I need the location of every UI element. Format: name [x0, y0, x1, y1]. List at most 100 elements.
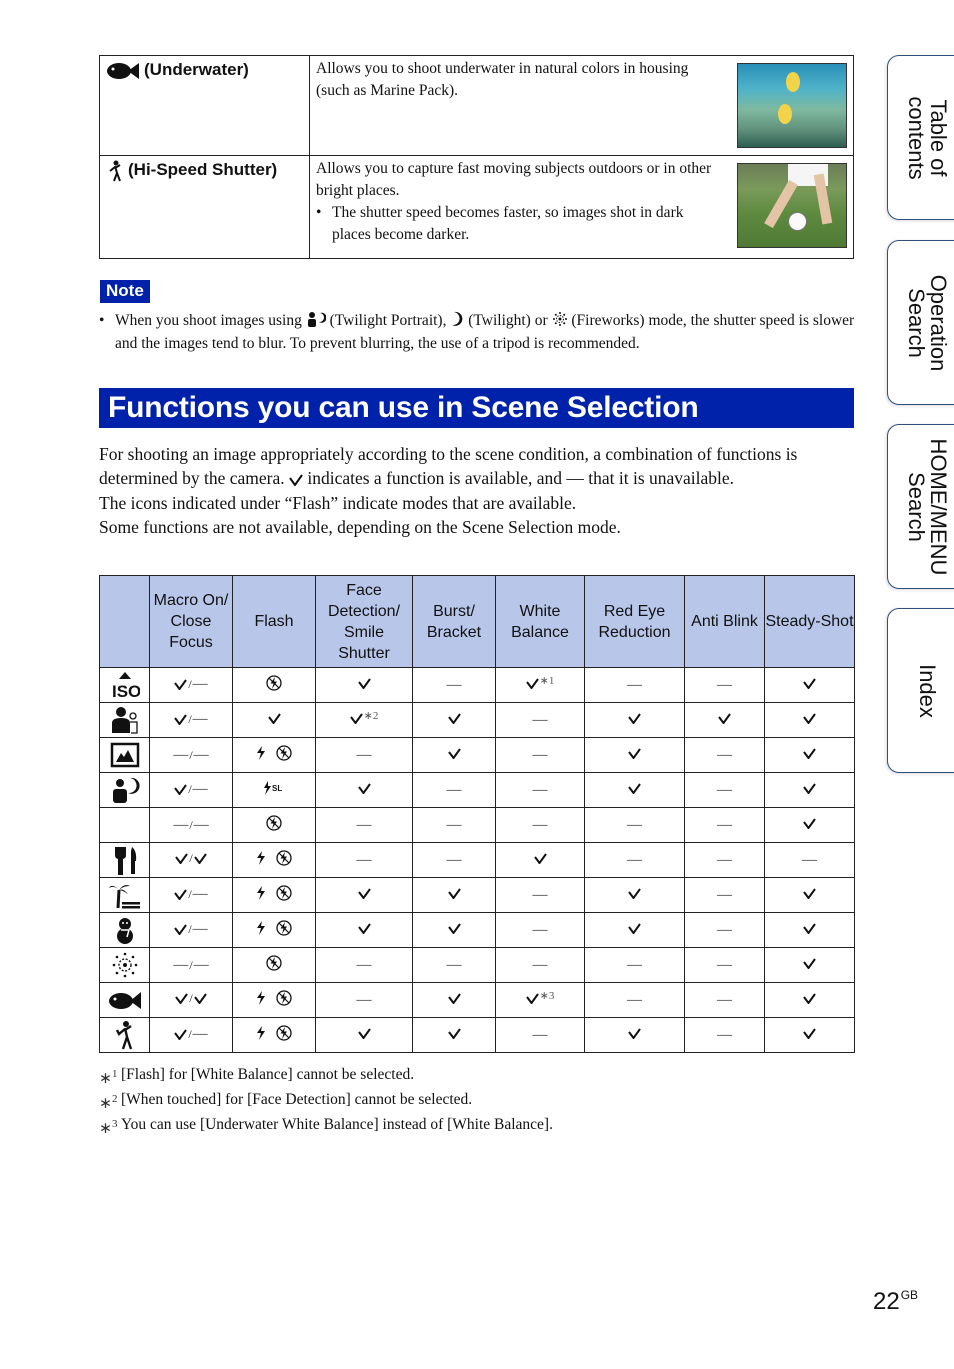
- check-icon: [803, 748, 816, 759]
- cell-steadyshot: [764, 702, 855, 738]
- cell-steadyshot: [764, 667, 855, 703]
- footnote: ∗3 You can use [Underwater White Balance…: [99, 1114, 553, 1139]
- flash-off-icon: [266, 954, 282, 971]
- mode-icon-cell: [99, 982, 150, 1018]
- intro-paragraph: For shooting an image appropriately acco…: [99, 443, 829, 492]
- footnote-text: [Flash] for [White Balance] cannot be se…: [121, 1066, 415, 1083]
- cell-face-detection: ∗2: [315, 702, 413, 738]
- cell-value: / —: [174, 920, 208, 938]
- cell-flash: [232, 842, 316, 878]
- dash-mark: —: [717, 957, 732, 973]
- cell-macro: / —: [149, 702, 233, 738]
- intro-paragraph: The icons indicated under “Flash” indica…: [99, 493, 577, 513]
- cell-value: —: [717, 957, 732, 974]
- cell-value: / —: [174, 711, 208, 728]
- dash-mark: —: [627, 677, 642, 693]
- cell-face-detection: —: [315, 807, 413, 843]
- header-mode: [99, 575, 150, 668]
- scene-name: (Underwater): [144, 60, 249, 79]
- check-icon: [803, 1028, 816, 1039]
- cell-anti-blink: —: [684, 877, 765, 913]
- header-white-balance: White Balance: [495, 575, 585, 668]
- cell-face-detection: —: [315, 842, 413, 878]
- cell-value: —: [533, 712, 548, 729]
- check-icon: [803, 958, 816, 969]
- check-icon: [525, 993, 539, 1004]
- cell-value: [266, 674, 282, 691]
- dash-mark: —: [446, 852, 462, 868]
- check-icon: [193, 853, 207, 864]
- cell-red-eye: —: [584, 982, 685, 1018]
- check-icon: [533, 853, 547, 864]
- underwater-coral-photo: [737, 63, 847, 148]
- cell-value: —: [193, 817, 209, 833]
- cell-face-detection: —: [315, 982, 413, 1018]
- cell-value: [803, 818, 816, 829]
- header-burst: Burst/ Bracket: [412, 575, 496, 668]
- tab-label: Table of contents: [904, 95, 951, 180]
- twilight-moon-icon: [450, 311, 464, 333]
- cell-flash: [232, 912, 316, 948]
- cell-value: [803, 958, 816, 969]
- cell-flash: [232, 667, 316, 703]
- cell-value: —: [192, 920, 208, 937]
- intro-paragraph: Some functions are not available, depend…: [99, 516, 621, 537]
- dash-mark: —: [532, 1027, 548, 1043]
- cell-anti-blink: —: [684, 912, 765, 948]
- cell-value: [718, 713, 731, 724]
- tab-table-of-contents[interactable]: Table of contents: [887, 55, 954, 220]
- cell-anti-blink: —: [684, 667, 765, 703]
- scene-description-cell: Allows you to capture fast moving subjec…: [309, 155, 854, 259]
- cell-anti-blink: —: [684, 842, 765, 878]
- mode-icon-cell: [99, 912, 150, 948]
- cell-flash: [232, 737, 316, 773]
- check-icon: [193, 993, 207, 1004]
- cell-value: —: [173, 957, 189, 973]
- check-icon: [174, 783, 188, 795]
- cell-value: —: [193, 747, 209, 763]
- table-row: / — ∗2 —: [99, 702, 855, 738]
- tab-index[interactable]: Index: [887, 608, 954, 773]
- fireworks-icon: [112, 952, 137, 978]
- check-icon: [357, 1028, 371, 1039]
- cell-steadyshot: [764, 737, 855, 773]
- dash-mark: —: [717, 782, 732, 798]
- cell-face-detection: [315, 1017, 413, 1053]
- cell-value: —: [357, 852, 372, 869]
- table-row: — / — — — — — —: [99, 947, 855, 983]
- scene-bullet: • The shutter speed becomes faster, so i…: [316, 202, 716, 246]
- dash-mark: —: [356, 747, 372, 763]
- cell-value: [803, 888, 816, 899]
- cell-value: —: [447, 782, 462, 799]
- check-icon: [628, 783, 641, 794]
- cell-value: [256, 850, 292, 866]
- check-icon: [447, 888, 461, 899]
- tab-home-menu-search[interactable]: HOME/MENU Search: [887, 424, 954, 589]
- twilight-icon: [115, 813, 130, 838]
- check-icon: [357, 888, 371, 899]
- beach-icon: [108, 885, 140, 909]
- dash-mark: —: [717, 817, 732, 833]
- cell-macro: — / —: [149, 737, 233, 773]
- cell-value: SL: [263, 780, 285, 795]
- cell-value: —: [717, 887, 732, 904]
- cell-burst: [412, 737, 496, 773]
- dash-mark: —: [627, 992, 642, 1008]
- functions-table-body: ISO / — — ∗1— — / — ∗2— — / — — — — / — SL — — — — / — — — — — — / — — —…: [99, 667, 855, 1053]
- cell-value: —: [357, 957, 372, 974]
- table-row: / — — — — —: [99, 842, 855, 878]
- cell-anti-blink: —: [684, 1017, 765, 1053]
- cell-value: ∗3: [525, 990, 554, 1004]
- cell-face-detection: —: [315, 947, 413, 983]
- cell-value: — / —: [173, 747, 209, 763]
- cell-burst: —: [412, 667, 496, 703]
- header-macro: Macro On/ Close Focus: [149, 575, 233, 668]
- tab-label: HOME/MENU Search: [904, 438, 951, 575]
- cell-face-detection: [315, 912, 413, 948]
- tab-operation-search[interactable]: Operation Search: [887, 240, 954, 405]
- dash-mark: —: [446, 782, 462, 798]
- cell-value: —: [533, 922, 548, 939]
- cell-anti-blink: —: [684, 737, 765, 773]
- cell-value: — / —: [173, 817, 209, 833]
- check-icon: [628, 713, 641, 724]
